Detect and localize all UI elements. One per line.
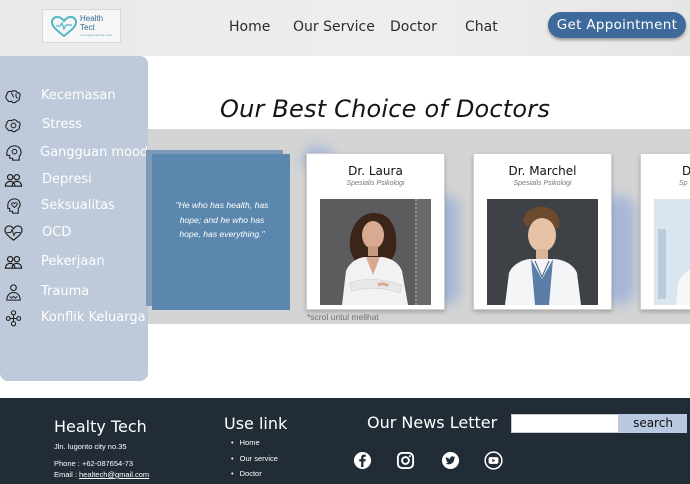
newsletter-search-button[interactable]: search <box>619 414 687 433</box>
nav-our-service[interactable]: Our Service <box>293 19 375 35</box>
sidebar-item-label: Konflik Keluarga <box>41 310 146 325</box>
page: Health Tect Kesehatan Mental Anda Home O… <box>0 0 690 484</box>
nav-doctor[interactable]: Doctor <box>390 19 437 35</box>
nav-chat[interactable]: Chat <box>465 19 498 35</box>
brain-gear-icon <box>5 119 21 133</box>
footer-links: Home Our service Doctor <box>231 438 278 484</box>
doctor-card-laura[interactable]: Dr. Laura Spesialis Psikologi <box>306 153 445 310</box>
sidebar-item-trauma[interactable]: Trauma <box>0 280 148 304</box>
facebook-icon[interactable] <box>353 451 372 470</box>
doctor-specialty: Spesialis Psikologi <box>513 180 572 187</box>
footer-email-row: Email : healtech@gmail.com <box>54 470 149 479</box>
sidebar-item-depresi[interactable]: Depresi <box>0 168 148 192</box>
sidebar-item-label: Gangguan mood <box>40 145 149 160</box>
family-tree-icon <box>5 310 22 327</box>
logo[interactable]: Health Tect Kesehatan Mental Anda <box>42 9 121 43</box>
footer-link-home[interactable]: Home <box>231 438 278 454</box>
quote-text: "He who has health, has hope; and he who… <box>175 200 269 239</box>
footer-link-doctor[interactable]: Doctor <box>231 469 278 484</box>
get-appointment-button[interactable]: Get Appointment <box>548 12 686 38</box>
sidebar-item-ocd[interactable]: OCD <box>0 221 148 245</box>
footer: Healty Tech Jln. lugonto city no.35 Phon… <box>0 398 690 484</box>
footer-use-link-title: Use link <box>224 414 288 433</box>
doctor-photo <box>487 199 598 305</box>
doctor-name: Dr. Marchel <box>508 164 577 178</box>
sidebar-item-gangguan-mood[interactable]: Gangguan mood <box>0 141 148 165</box>
sidebar-item-seksualitas[interactable]: Seksualitas <box>0 194 148 218</box>
nav-home[interactable]: Home <box>229 19 270 35</box>
sidebar-item-label: Pekerjaan <box>41 254 105 269</box>
doctor-card-marchel[interactable]: Dr. Marchel Spesialis Psikologi <box>473 153 612 310</box>
scroll-hint: *scrol untul melihat <box>307 312 379 322</box>
doctor-name: Dr. Laura <box>348 164 403 178</box>
sidebar-item-label: Seksualitas <box>41 198 115 213</box>
doctor-name: Dr. <box>682 164 690 178</box>
sidebar-item-label: Depresi <box>42 172 92 187</box>
mood-head-icon <box>6 145 22 161</box>
footer-address: Jln. lugonto city no.35 <box>54 442 127 451</box>
doctor-card-partial[interactable]: Dr. Sp <box>640 153 690 310</box>
page-title: Our Best Choice of Doctors <box>220 95 551 123</box>
footer-brand: Healty Tech <box>54 417 147 436</box>
sidebar-item-label: Stress <box>42 117 82 132</box>
heart-logo-icon <box>51 16 77 38</box>
sidebar: Kecemasan Stress Gangguan mood Depresi S… <box>0 56 148 381</box>
sidebar-item-stress[interactable]: Stress <box>0 113 148 137</box>
instagram-icon[interactable] <box>396 451 415 470</box>
newsletter-search-input[interactable] <box>511 414 619 433</box>
sidebar-item-pekerjaan[interactable]: Pekerjaan <box>0 250 148 274</box>
sidebar-item-kecemasan[interactable]: Kecemasan <box>0 84 148 108</box>
footer-newsletter-title: Our News Letter <box>367 413 498 432</box>
people-icon <box>4 173 23 187</box>
sidebar-item-konflik-keluarga[interactable]: Konflik Keluarga <box>0 306 148 330</box>
quote-card: "He who has health, has hope; and he who… <box>152 154 290 310</box>
doctor-photo <box>320 199 431 305</box>
sidebar-item-label: OCD <box>42 225 72 240</box>
doctor-specialty: Spesialis Psikologi <box>346 180 405 187</box>
twitter-icon[interactable] <box>441 451 460 470</box>
heartbeat-icon <box>4 225 23 241</box>
sidebar-item-label: Trauma <box>41 284 90 299</box>
trauma-icon <box>6 284 21 301</box>
logo-name: Health Tect <box>80 14 104 32</box>
footer-phone: Phone : +62-087654-73 <box>54 459 134 468</box>
logo-tagline: Kesehatan Mental Anda <box>80 33 112 37</box>
youtube-icon[interactable] <box>484 451 503 470</box>
header: Health Tect Kesehatan Mental Anda Home O… <box>0 0 690 56</box>
brain-icon <box>5 90 21 104</box>
sidebar-item-label: Kecemasan <box>41 88 116 103</box>
doctor-specialty: Sp <box>679 180 688 187</box>
team-icon <box>4 255 23 269</box>
footer-email-label: Email : <box>54 470 80 479</box>
footer-link-our-service[interactable]: Our service <box>231 454 278 470</box>
head-heart-icon <box>7 198 21 214</box>
doctor-photo <box>654 199 690 305</box>
footer-email-link[interactable]: healtech@gmail.com <box>79 470 149 479</box>
